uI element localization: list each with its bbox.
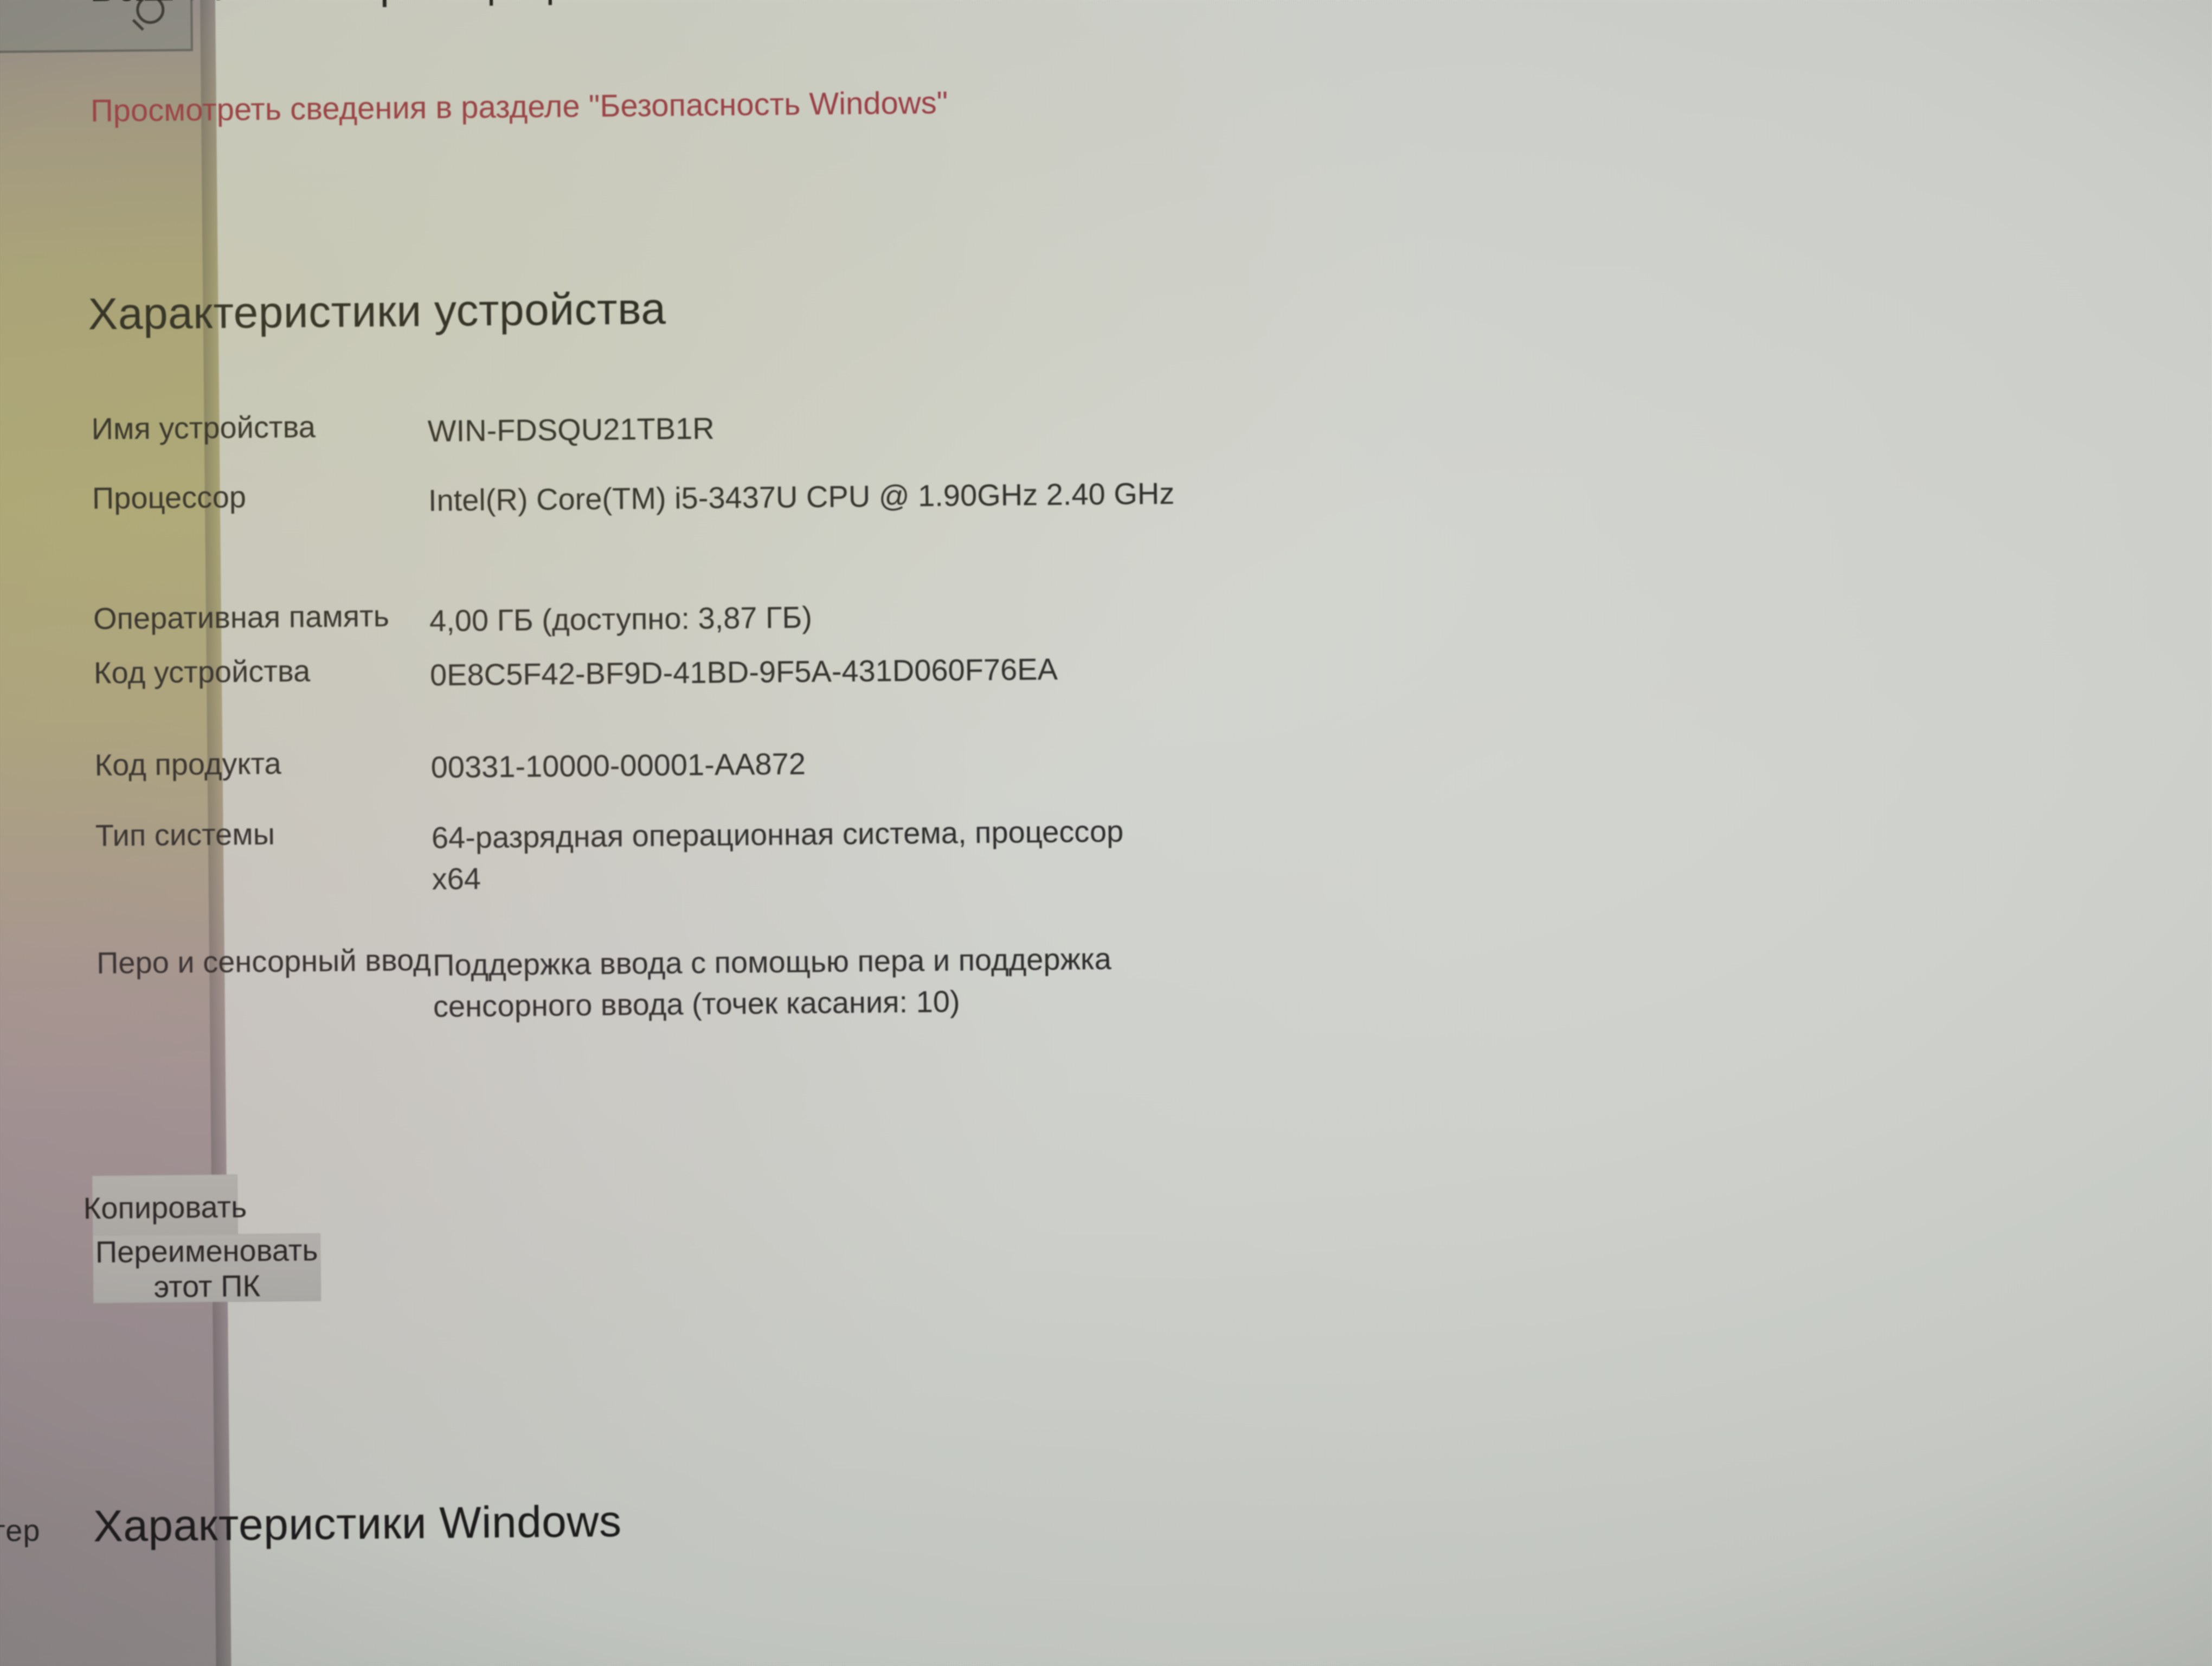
windows-security-link[interactable]: Просмотреть сведения в разделе "Безопасн… (91, 81, 1013, 132)
spec-label: Имя устройства (91, 409, 316, 446)
protection-status-heading: Ваш компьютер защищен. (89, 0, 612, 11)
spec-label: Код устройства (93, 653, 311, 690)
spec-label: Процессор (92, 479, 247, 516)
related-settings-column: Соп Пар Ди Уда За До си Пе оп ? (1890, 0, 2212, 1657)
spec-value: WIN-FDSQU21TB1R (427, 411, 715, 448)
device-specifications-heading: Характеристики устройства (88, 284, 666, 339)
photo-of-monitor: ьютер Ваш компьютер защищен. Просмотреть… (0, 0, 2212, 1666)
settings-about-pane: Ваш компьютер защищен. Просмотреть сведе… (83, 0, 2212, 1666)
left-cut-label: ьютер (0, 1513, 41, 1548)
windows-specifications-heading: Характеристики Windows (93, 1496, 622, 1552)
spec-label: Оперативная память (93, 598, 390, 636)
spec-value: 0E8C5F42-BF9D-41BD-9F5A-431D060F76EA (429, 651, 1058, 693)
monitor-screen: ьютер Ваш компьютер защищен. Просмотреть… (0, 0, 2212, 1666)
spec-value: Intel(R) Core(TM) i5-3437U CPU @ 1.90GHz… (428, 476, 1175, 518)
spec-value: Поддержка ввода с помощью пера и поддерж… (432, 941, 1112, 1024)
copy-button[interactable]: Копировать (83, 1174, 247, 1240)
spec-label: Тип системы (95, 816, 275, 853)
spec-label: Код продукта (94, 746, 282, 782)
rename-pc-button[interactable]: Переименовать этот ПК (92, 1233, 321, 1303)
spec-row-device-name: Имя устройства WIN-FDSQU21TB1R (91, 398, 1501, 448)
spec-label: Перо и сенсорный ввод (96, 943, 431, 980)
spec-value: 64-разрядная операционная система, проце… (431, 813, 1124, 896)
spec-value: 4,00 ГБ (доступно: 3,87 ГБ) (429, 600, 813, 638)
device-specifications-list: Имя устройства WIN-FDSQU21TB1R Процессор… (91, 398, 1501, 1023)
spec-value: 00331-10000-00001-AA872 (430, 746, 806, 785)
